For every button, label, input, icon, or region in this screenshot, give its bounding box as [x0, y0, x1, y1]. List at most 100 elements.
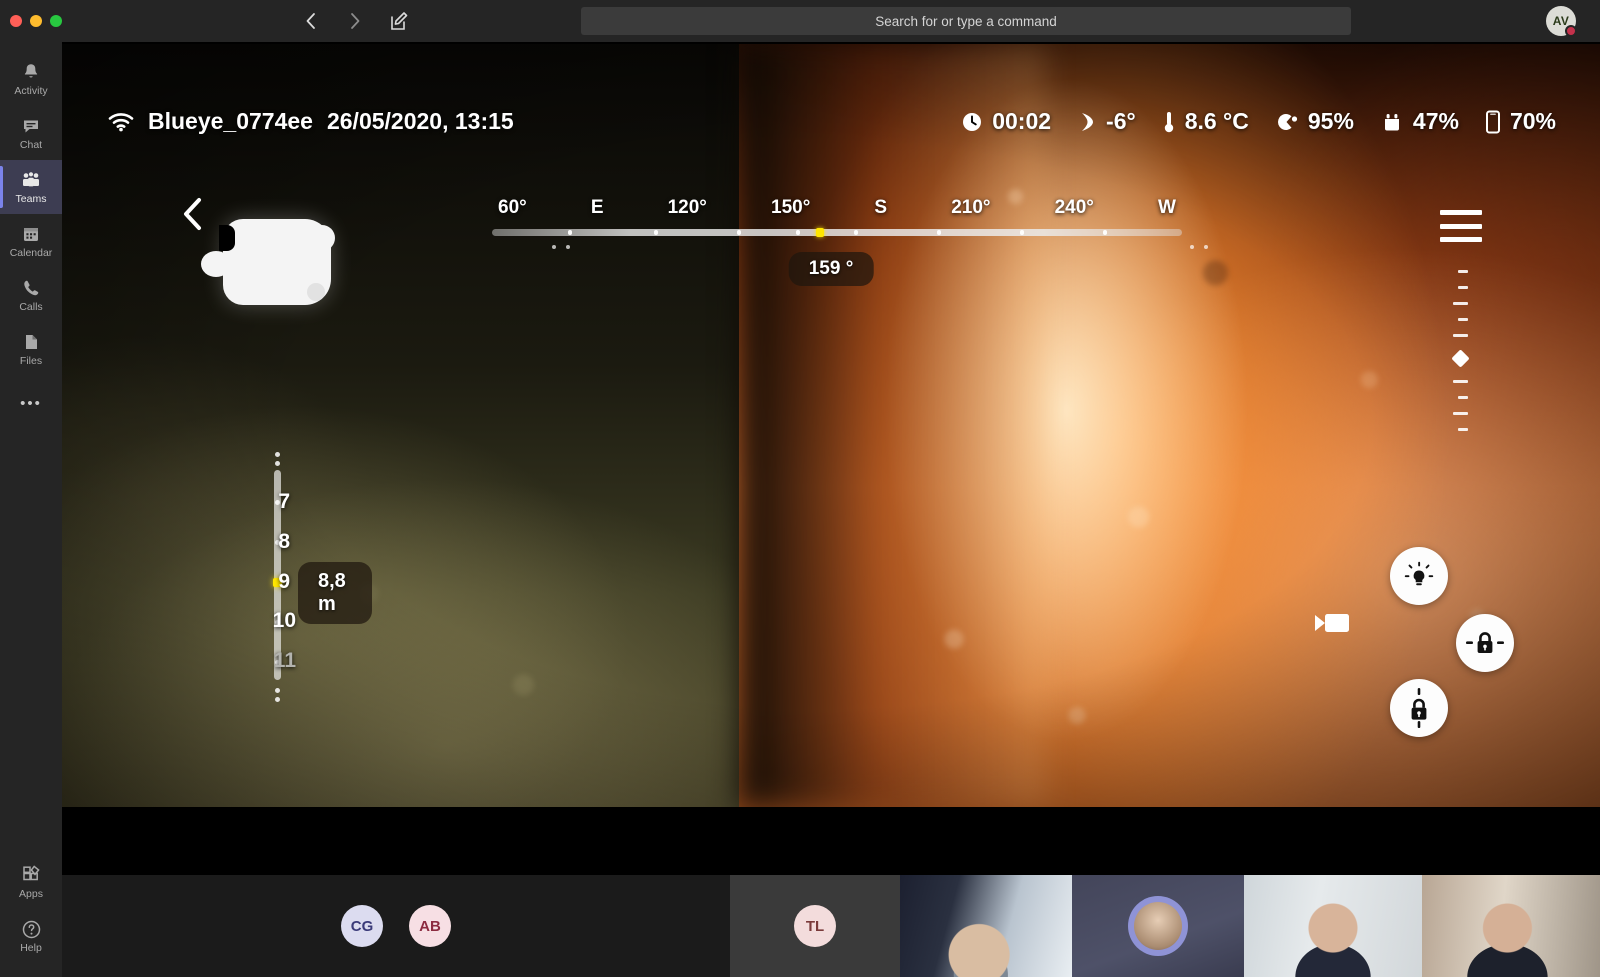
metric-light: 95%	[1275, 108, 1354, 135]
metric-battery: 47%	[1380, 108, 1459, 135]
pitch-tick	[1453, 334, 1468, 337]
participant-tile-avatars[interactable]: CG AB	[62, 875, 730, 977]
avatar	[1128, 896, 1188, 956]
metric-tilt: -6°	[1077, 108, 1136, 135]
compass-widget: 60° E 120° 150° S 210° 240° W	[492, 197, 1182, 237]
tilt-icon	[1077, 111, 1097, 133]
metric-value: 00:02	[992, 108, 1052, 134]
sidebar-item-label: Help	[20, 942, 42, 955]
maximize-window-button[interactable]	[50, 15, 62, 27]
pitch-tick	[1458, 396, 1468, 399]
sidebar-item-help[interactable]: Help	[0, 909, 62, 963]
clock-icon	[961, 111, 983, 133]
participant-tile-video[interactable]	[900, 875, 1072, 977]
avatar[interactable]: CG	[341, 905, 383, 947]
avatar[interactable]: AV	[1546, 6, 1577, 37]
depth-readout: 8,8 m	[298, 562, 372, 624]
chevron-left-icon[interactable]	[300, 10, 322, 32]
compass-edge-dot	[566, 245, 570, 249]
compass-label: W	[1158, 197, 1176, 218]
compass-label: 240°	[1054, 197, 1094, 218]
compass-tick	[795, 230, 800, 235]
lightbulb-icon	[1402, 559, 1436, 593]
rov-drone-body	[201, 219, 335, 305]
heading-lock-button[interactable]	[1456, 614, 1514, 672]
depth-tick-label: 9	[278, 570, 290, 593]
rov-telemetry-bar: Blueye_0774ee 26/05/2020, 13:15 00:02 -6…	[62, 108, 1600, 135]
depth-edge-dot	[275, 452, 280, 457]
wifi-icon	[108, 112, 134, 132]
sidebar-item-label: Calendar	[9, 247, 53, 260]
compass-labels: 60° E 120° 150° S 210° 240° W	[492, 197, 1182, 219]
sidebar-item-calls[interactable]: Calls	[0, 268, 62, 322]
sidebar-more-button[interactable]: •••	[0, 376, 62, 430]
sidebar-item-activity[interactable]: Activity	[0, 52, 62, 106]
calendar-icon	[21, 223, 41, 245]
video-letterbox	[62, 807, 1600, 875]
app-sidebar: Activity Chat Teams Calendar Calls Files…	[0, 42, 62, 977]
search-input[interactable]: Search for or type a command	[581, 7, 1351, 35]
sidebar-bottom-items: Apps Help	[0, 855, 62, 977]
depth-lock-button[interactable]	[1390, 679, 1448, 737]
file-icon	[21, 331, 41, 353]
depth-tick-label: 8	[278, 530, 290, 553]
metric-temperature: 8.6 °C	[1162, 108, 1249, 135]
compass-label: 150°	[771, 197, 811, 218]
rov-drone-icon[interactable]	[177, 197, 377, 327]
chat-icon	[21, 115, 41, 137]
compass-tick	[1102, 230, 1107, 235]
phone-battery-icon	[1485, 110, 1501, 134]
sidebar-item-files[interactable]: Files	[0, 322, 62, 376]
depth-edge-dot	[275, 461, 280, 466]
sidebar-item-teams[interactable]: Teams	[0, 160, 62, 214]
rov-drone-name: Blueye_0774ee	[148, 108, 313, 134]
compass-edge-dot	[1190, 245, 1194, 249]
compass-bar	[492, 228, 1182, 237]
compass-tick	[736, 230, 741, 235]
pitch-tick	[1458, 428, 1468, 431]
hamburger-bar	[1440, 237, 1482, 242]
sidebar-item-calendar[interactable]: Calendar	[0, 214, 62, 268]
sidebar-item-label: Chat	[19, 139, 43, 152]
compass-label: E	[590, 197, 604, 218]
avatar[interactable]: AB	[409, 905, 451, 947]
navigation-controls	[300, 10, 410, 32]
phone-icon	[21, 277, 41, 299]
depth-edge-dot	[275, 697, 280, 702]
participant-tile-avatar[interactable]: TL	[730, 875, 900, 977]
battery-icon	[1380, 111, 1404, 133]
avatar-initials: AB	[419, 917, 441, 935]
compass-edge-dot	[552, 245, 556, 249]
compass-tick	[567, 230, 572, 235]
sidebar-item-label: Apps	[19, 888, 43, 901]
close-window-button[interactable]	[10, 15, 22, 27]
bell-icon	[21, 61, 41, 83]
pitch-tick	[1458, 270, 1468, 273]
video-camera-icon[interactable]	[1313, 610, 1355, 636]
hamburger-menu-icon[interactable]	[1440, 210, 1482, 242]
people-icon	[20, 169, 42, 191]
pitch-home-marker	[1451, 349, 1470, 368]
sidebar-item-chat[interactable]: Chat	[0, 106, 62, 160]
depth-lock-icon	[1404, 687, 1434, 729]
avatar[interactable]: TL	[794, 905, 836, 947]
compass-label: 120°	[667, 197, 707, 218]
participant-tile-video[interactable]	[1072, 875, 1244, 977]
heading-readout: 159 °	[788, 252, 874, 286]
user-avatar-area: AV	[1522, 6, 1600, 37]
sidebar-item-apps[interactable]: Apps	[0, 855, 62, 909]
chevron-right-icon[interactable]	[344, 10, 366, 32]
avatar-photo	[1134, 902, 1182, 950]
compass-label: 210°	[951, 197, 991, 218]
participant-tile-video[interactable]	[1244, 875, 1422, 977]
metric-value: 8.6 °C	[1184, 108, 1249, 134]
hamburger-bar	[1440, 223, 1482, 229]
compass-tick	[1019, 230, 1024, 235]
minimize-window-button[interactable]	[30, 15, 42, 27]
compose-icon[interactable]	[388, 10, 410, 32]
light-button[interactable]	[1390, 547, 1448, 605]
depth-tick-label: 10	[272, 609, 296, 632]
participant-strip: CG AB TL	[62, 875, 1600, 977]
participant-tile-video[interactable]	[1422, 875, 1600, 977]
depth-tick-label: 7	[278, 490, 290, 513]
